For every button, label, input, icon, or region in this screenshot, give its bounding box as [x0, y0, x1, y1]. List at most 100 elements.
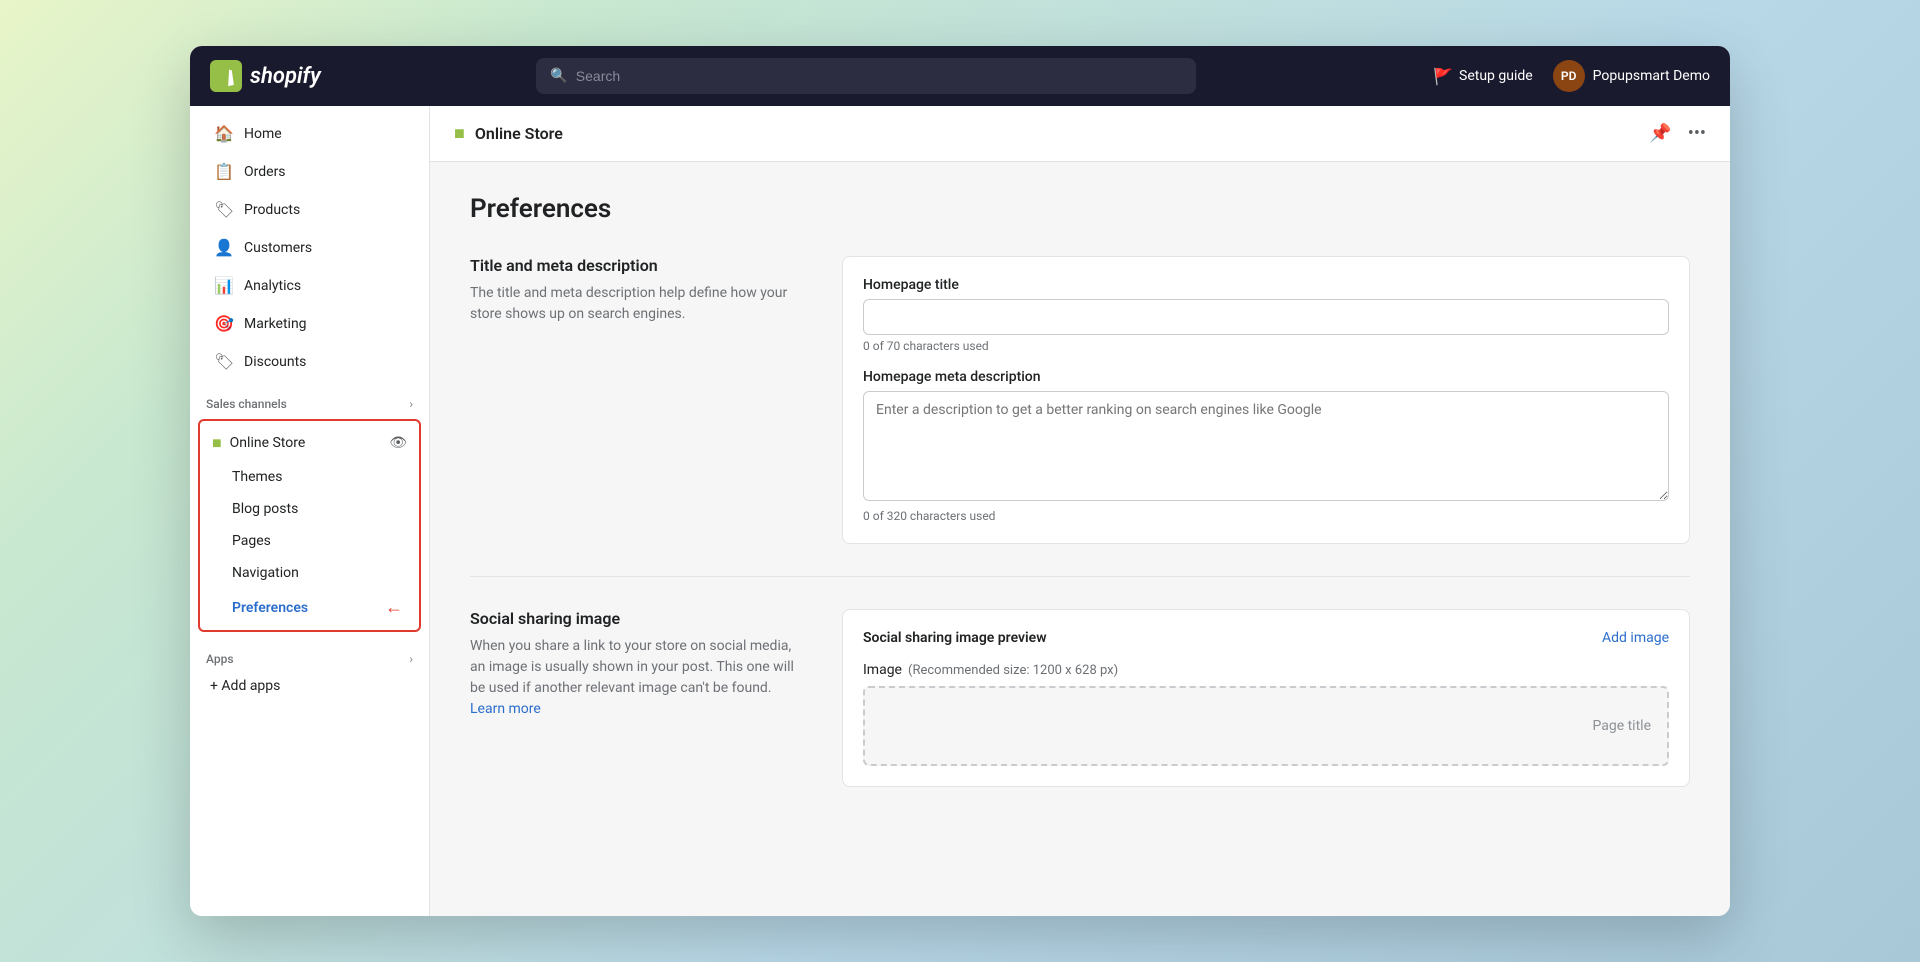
sidebar-item-preferences[interactable]: Preferences ← — [200, 589, 419, 626]
apps-chevron-icon: › — [409, 652, 413, 666]
online-store-icon: ■ — [212, 433, 222, 453]
home-icon: 🏠 — [214, 124, 234, 143]
search-icon: 🔍 — [550, 68, 567, 84]
meta-desc-label: Homepage meta description — [863, 369, 1669, 385]
sales-channels-header: Sales channels › — [190, 381, 429, 415]
online-store-left: ■ Online Store — [212, 433, 305, 453]
add-apps-button[interactable]: + Add apps — [190, 670, 429, 702]
setup-guide-label: Setup guide — [1459, 68, 1533, 84]
add-image-button[interactable]: Add image — [1602, 630, 1669, 646]
more-options-icon[interactable]: ••• — [1688, 123, 1706, 144]
sidebar-item-themes[interactable]: Themes — [200, 461, 419, 493]
sidebar: 🏠 Home 📋 Orders 🏷 Products 👤 Customers 📊… — [190, 106, 430, 916]
search-bar: 🔍 — [536, 58, 1196, 94]
sidebar-item-orders[interactable]: 📋 Orders — [198, 153, 421, 190]
title-meta-section: Title and meta description The title and… — [470, 256, 1690, 544]
social-card-title: Social sharing image preview — [863, 630, 1047, 646]
homepage-title-char-count: 0 of 70 characters used — [863, 339, 1669, 353]
sidebar-item-blog-posts[interactable]: Blog posts — [200, 493, 419, 525]
sidebar-item-products[interactable]: 🏷 Products — [198, 191, 421, 228]
logo-text: shopify — [250, 64, 321, 89]
marketing-icon: 🎯 — [214, 314, 234, 333]
apps-label: Apps — [206, 652, 234, 666]
social-heading: Social sharing image — [470, 609, 810, 628]
eye-icon: 👁 — [389, 435, 407, 451]
flag-icon: 🚩 — [1433, 67, 1453, 86]
online-store-submenu: ■ Online Store 👁 Themes Blog posts Pages… — [198, 419, 421, 632]
image-label: Image — [863, 662, 902, 678]
chevron-right-icon: › — [409, 397, 413, 411]
breadcrumb: ■ Online Store — [454, 123, 563, 144]
homepage-title-group: Homepage title 0 of 70 characters used — [863, 277, 1669, 353]
meta-desc-textarea[interactable] — [863, 391, 1669, 501]
logo-area: shopify — [210, 60, 410, 92]
apps-section-header: Apps › — [190, 636, 429, 670]
image-size-hint: (Recommended size: 1200 x 628 px) — [908, 663, 1118, 678]
pages-label: Pages — [232, 533, 271, 549]
topbar-right: 🚩 Setup guide PD Popupsmart Demo — [1433, 60, 1710, 92]
analytics-icon: 📊 — [214, 276, 234, 295]
sidebar-item-marketing[interactable]: 🎯 Marketing — [198, 305, 421, 342]
customers-icon: 👤 — [214, 238, 234, 257]
online-store-label: Online Store — [230, 435, 306, 451]
social-sharing-card: Social sharing image preview Add image I… — [842, 609, 1690, 787]
image-label-row: Image (Recommended size: 1200 x 628 px) — [863, 662, 1669, 678]
content-scroll: Preferences Title and meta description T… — [430, 162, 1730, 916]
social-card-header: Social sharing image preview Add image — [863, 630, 1669, 646]
social-sharing-section: Social sharing image When you share a li… — [470, 609, 1690, 787]
topbar: shopify 🔍 🚩 Setup guide PD Popupsmart De… — [190, 46, 1730, 106]
content-area: ■ Online Store 📌 ••• Preferences Title a… — [430, 106, 1730, 916]
social-desc: When you share a link to your store on s… — [470, 636, 810, 720]
sidebar-item-online-store[interactable]: ■ Online Store 👁 — [200, 425, 419, 461]
title-meta-heading: Title and meta description — [470, 256, 810, 275]
orders-icon: 📋 — [214, 162, 234, 181]
red-arrow-icon: ← — [385, 597, 403, 618]
preferences-label: Preferences — [232, 600, 308, 616]
page-title: Preferences — [470, 194, 1690, 224]
content-header: ■ Online Store 📌 ••• — [430, 106, 1730, 162]
sidebar-item-customers[interactable]: 👤 Customers — [198, 229, 421, 266]
title-meta-desc: The title and meta description help defi… — [470, 283, 810, 325]
image-preview-box: Page title — [863, 686, 1669, 766]
social-sharing-description: Social sharing image When you share a li… — [470, 609, 810, 787]
page-title-placeholder: Page title — [1592, 718, 1651, 734]
store-icon: ■ — [454, 123, 465, 144]
sidebar-item-home[interactable]: 🏠 Home — [198, 115, 421, 152]
search-input[interactable] — [576, 68, 1183, 84]
add-apps-label: + Add apps — [210, 678, 280, 694]
learn-more-link[interactable]: Learn more — [470, 701, 541, 717]
user-menu[interactable]: PD Popupsmart Demo — [1553, 60, 1710, 92]
sidebar-item-pages[interactable]: Pages — [200, 525, 419, 557]
setup-guide-button[interactable]: 🚩 Setup guide — [1433, 67, 1533, 86]
app-window: shopify 🔍 🚩 Setup guide PD Popupsmart De… — [190, 46, 1730, 916]
sidebar-label-home: Home — [244, 126, 282, 142]
products-icon: 🏷 — [214, 200, 234, 219]
sidebar-item-navigation[interactable]: Navigation — [200, 557, 419, 589]
header-actions: 📌 ••• — [1649, 123, 1706, 144]
themes-label: Themes — [232, 469, 282, 485]
meta-desc-group: Homepage meta description 0 of 320 chara… — [863, 369, 1669, 523]
navigation-label: Navigation — [232, 565, 299, 581]
sales-channels-label: Sales channels — [206, 397, 287, 411]
section-divider — [470, 576, 1690, 577]
sidebar-label-analytics: Analytics — [244, 278, 301, 294]
homepage-title-input[interactable] — [863, 299, 1669, 335]
sidebar-item-analytics[interactable]: 📊 Analytics — [198, 267, 421, 304]
title-meta-description: Title and meta description The title and… — [470, 256, 810, 544]
avatar: PD — [1553, 60, 1585, 92]
breadcrumb-title: Online Store — [475, 124, 563, 143]
meta-desc-char-count: 0 of 320 characters used — [863, 509, 1669, 523]
sidebar-label-products: Products — [244, 202, 300, 218]
homepage-title-label: Homepage title — [863, 277, 1669, 293]
user-name: Popupsmart Demo — [1593, 68, 1710, 84]
search-input-wrap[interactable]: 🔍 — [536, 58, 1196, 94]
discounts-icon: 🏷 — [214, 352, 234, 371]
sidebar-label-customers: Customers — [244, 240, 312, 256]
sidebar-item-discounts[interactable]: 🏷 Discounts — [198, 343, 421, 380]
pin-icon[interactable]: 📌 — [1649, 123, 1671, 144]
sidebar-label-marketing: Marketing — [244, 316, 307, 332]
sidebar-label-discounts: Discounts — [244, 354, 306, 370]
shopify-logo-icon — [210, 60, 242, 92]
main-layout: 🏠 Home 📋 Orders 🏷 Products 👤 Customers 📊… — [190, 106, 1730, 916]
title-meta-card: Homepage title 0 of 70 characters used H… — [842, 256, 1690, 544]
